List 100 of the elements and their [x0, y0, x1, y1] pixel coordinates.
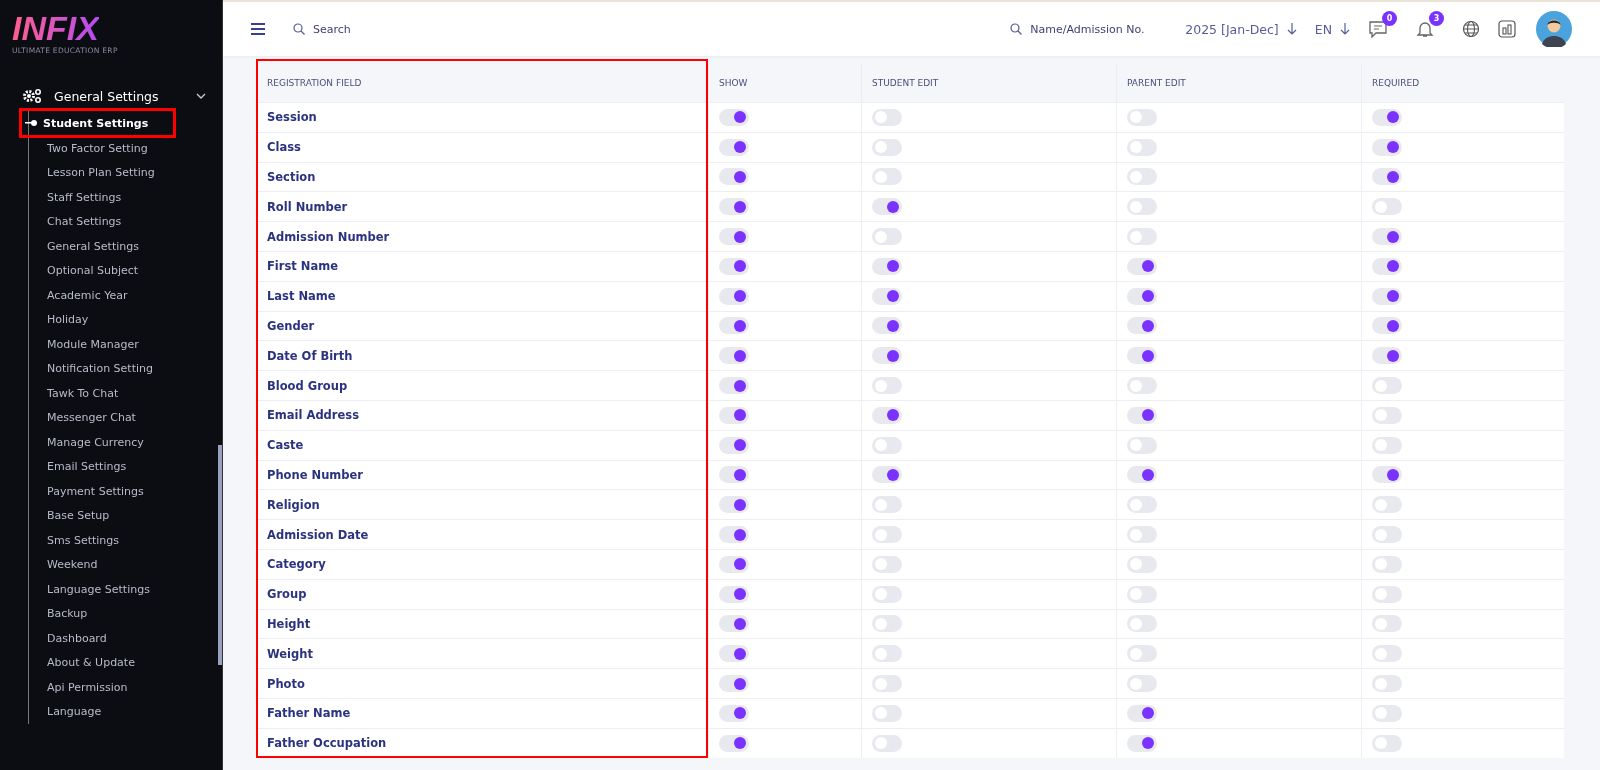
toggle-switch[interactable]	[1127, 287, 1157, 305]
table-cell: Group	[256, 578, 708, 609]
arrow-down-icon	[1286, 23, 1297, 35]
session-dropdown[interactable]: 2025 [Jan-Dec]	[1185, 21, 1297, 37]
notifications-button[interactable]: 3	[1415, 11, 1444, 38]
table-cell: Blood Group	[256, 370, 708, 400]
toggle-switch[interactable]	[1127, 347, 1157, 365]
sidebar-item[interactable]: About & Update	[29, 650, 135, 675]
avatar[interactable]	[1536, 11, 1572, 47]
table-cell: Admission Number	[256, 221, 708, 251]
sidebar-item[interactable]: Weekend	[29, 552, 98, 577]
sidebar-item[interactable]: Payment Settings	[29, 479, 144, 504]
toggle-switch[interactable]	[719, 496, 749, 514]
sidebar-item[interactable]: Api Permission	[29, 675, 128, 700]
toggle-switch[interactable]	[1372, 317, 1402, 335]
sidebar-item[interactable]: Dashboard	[29, 626, 107, 651]
toggle-switch[interactable]	[1127, 317, 1157, 335]
toggle-switch[interactable]	[872, 347, 902, 365]
toggle-switch[interactable]	[1372, 347, 1402, 365]
toggle-switch[interactable]	[719, 734, 749, 752]
count-badge: 0	[1382, 11, 1397, 26]
table-cell: Photo	[256, 668, 708, 698]
toggle-switch[interactable]	[1372, 108, 1402, 126]
toggle-switch[interactable]	[872, 406, 902, 424]
toggle-switch[interactable]	[1372, 257, 1402, 275]
toggle-switch[interactable]	[1372, 228, 1402, 246]
table-cell: Admission Date	[256, 519, 708, 549]
sidebar-item[interactable]: Tawk To Chat	[29, 381, 119, 406]
toggle-switch[interactable]	[872, 317, 902, 335]
toggle-switch[interactable]	[719, 585, 749, 603]
sidebar-group[interactable]: General Settings	[22, 86, 206, 106]
toggle-switch[interactable]	[719, 377, 749, 395]
toggle-switch[interactable]	[719, 436, 749, 454]
toggle-switch[interactable]	[719, 257, 749, 275]
sidebar-item[interactable]: Chat Settings	[29, 209, 122, 234]
toggle-switch[interactable]	[1372, 466, 1402, 484]
sidebar-item[interactable]: Student Settings	[21, 110, 175, 136]
search-field[interactable]: Search	[311, 21, 465, 37]
toggle-switch[interactable]	[719, 317, 749, 335]
sidebar-item[interactable]: Academic Year	[29, 283, 128, 308]
toggle-switch[interactable]	[1127, 704, 1157, 722]
messages-button[interactable]: 0	[1368, 11, 1397, 38]
table-cell: Father Name	[256, 697, 708, 728]
search-icon	[1010, 23, 1023, 35]
chart-icon[interactable]	[1498, 20, 1516, 38]
sidebar-item[interactable]: Backup	[29, 601, 88, 626]
table-cell: Caste	[256, 429, 708, 460]
column-header: STUDENT EDIT	[861, 64, 1116, 102]
student-search-field[interactable]: Name/Admission No.	[1028, 21, 1168, 37]
toggle-switch[interactable]	[1372, 168, 1402, 186]
toggle-switch[interactable]	[719, 526, 749, 544]
toggle-switch[interactable]	[1127, 466, 1157, 484]
toggle-switch[interactable]	[1372, 287, 1402, 305]
menu-icon[interactable]	[251, 23, 265, 35]
sidebar-item[interactable]: Manage Currency	[29, 430, 144, 455]
sidebar-item[interactable]: Base Setup	[29, 503, 110, 528]
toggle-switch[interactable]	[719, 347, 749, 365]
sidebar-item[interactable]: Holiday	[29, 307, 89, 332]
toggle-switch[interactable]	[1372, 138, 1402, 156]
language-dropdown[interactable]: EN	[1314, 21, 1350, 37]
sidebar-item[interactable]: Language	[29, 699, 102, 724]
chat-icon	[1368, 20, 1388, 38]
toggle-switch[interactable]	[719, 108, 749, 126]
sidebar-item[interactable]: Optional Subject	[29, 258, 139, 283]
toggle-switch[interactable]	[872, 257, 902, 275]
table-cell: Roll Number	[256, 191, 708, 222]
toggle-switch[interactable]	[719, 228, 749, 246]
toggle-switch[interactable]	[719, 138, 749, 156]
sidebar-item[interactable]: General Settings	[29, 234, 139, 259]
sidebar-item[interactable]: Module Manager	[29, 332, 139, 357]
toggle-switch[interactable]	[719, 675, 749, 693]
toggle-switch[interactable]	[1127, 734, 1157, 752]
sidebar-item[interactable]: Staff Settings	[29, 185, 122, 210]
bell-icon	[1415, 20, 1435, 38]
toggle-switch[interactable]	[1127, 406, 1157, 424]
toggle-switch[interactable]	[872, 198, 902, 216]
sidebar-item[interactable]: Lesson Plan Setting	[29, 160, 155, 185]
scrollbar[interactable]	[218, 445, 222, 665]
sidebar-item[interactable]: Two Factor Setting	[29, 136, 148, 161]
toggle-switch[interactable]	[719, 615, 749, 633]
toggle-switch[interactable]	[719, 704, 749, 722]
toggle-switch[interactable]	[719, 466, 749, 484]
sidebar-item[interactable]: Messenger Chat	[29, 405, 136, 430]
globe-icon[interactable]	[1462, 20, 1480, 38]
toggle-switch[interactable]	[719, 555, 749, 573]
sidebar-item[interactable]: Sms Settings	[29, 528, 120, 553]
table-cell: First Name	[256, 251, 708, 281]
toggle-switch[interactable]	[719, 406, 749, 424]
toggle-switch[interactable]	[719, 645, 749, 663]
sidebar-item[interactable]: Email Settings	[29, 454, 127, 479]
toggle-switch[interactable]	[872, 466, 902, 484]
toggle-switch[interactable]	[719, 287, 749, 305]
sidebar-item[interactable]: Language Settings	[29, 577, 150, 602]
toggle-switch[interactable]	[1127, 257, 1157, 275]
toggle-switch[interactable]	[872, 287, 902, 305]
sidebar-item[interactable]: Notification Setting	[29, 356, 153, 381]
table-cell: Class	[256, 131, 708, 162]
toggle-switch[interactable]	[719, 168, 749, 186]
table-cell: Category	[256, 548, 708, 579]
toggle-switch[interactable]	[719, 198, 749, 216]
